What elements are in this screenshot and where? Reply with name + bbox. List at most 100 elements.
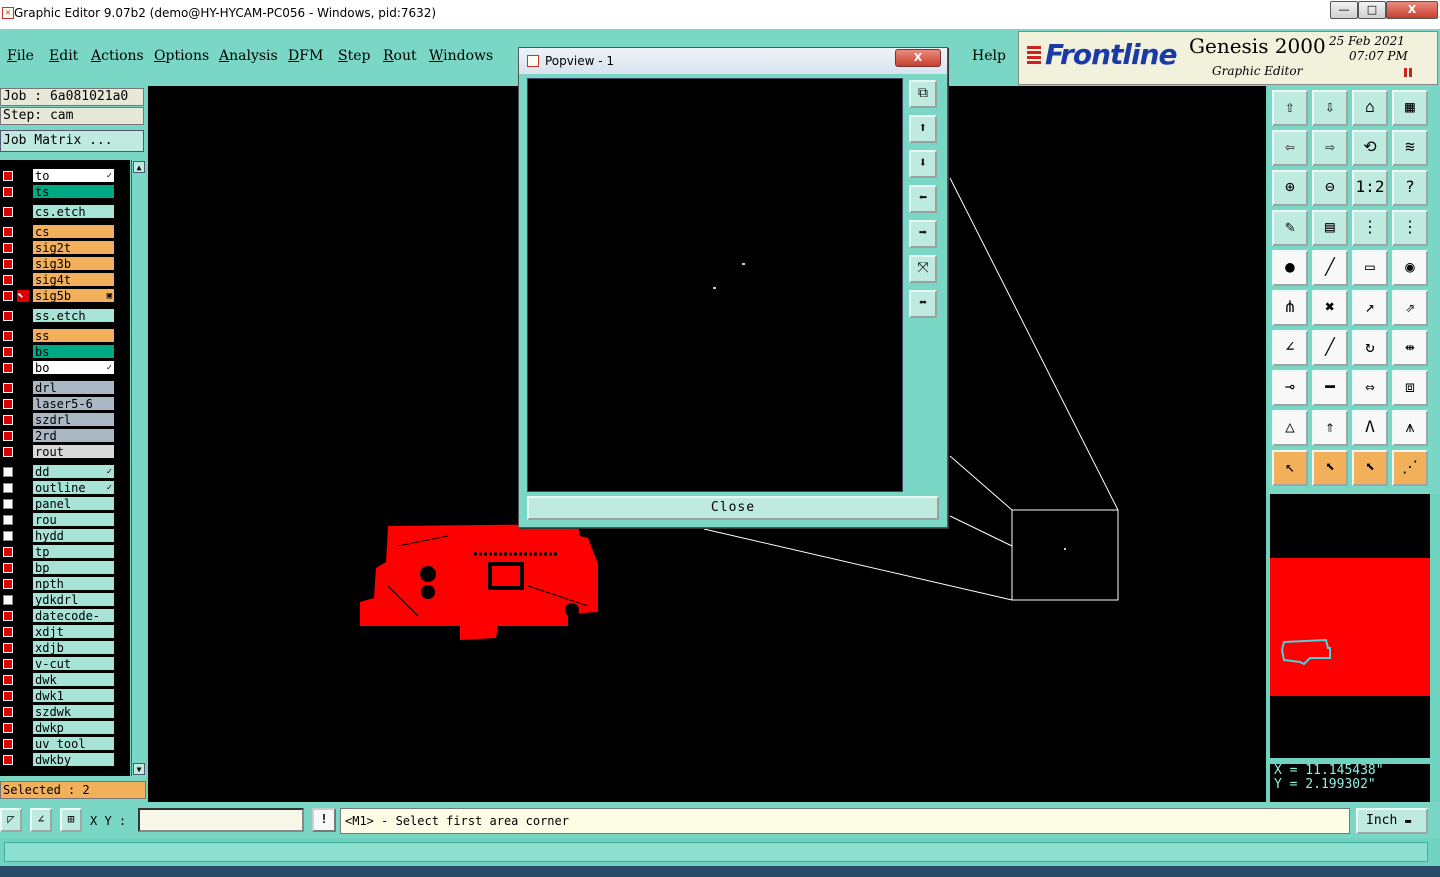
- a-shape-icon[interactable]: Λ: [1352, 410, 1388, 446]
- triangle-icon[interactable]: △: [1272, 410, 1308, 446]
- layer-checkbox[interactable]: [3, 531, 13, 541]
- snap-icon[interactable]: ⋮: [1352, 210, 1388, 246]
- layer-name[interactable]: uv_tool: [32, 736, 115, 751]
- command-line-input[interactable]: [4, 842, 1428, 862]
- delete-icon[interactable]: ✖: [1312, 290, 1348, 326]
- layer-row-to[interactable]: to ✓: [0, 168, 130, 184]
- layer-name[interactable]: szdwk: [32, 704, 115, 719]
- pan-right-icon[interactable]: ⇨: [1312, 130, 1348, 166]
- layer-row-ts[interactable]: ts: [0, 184, 130, 200]
- layer-checkbox[interactable]: [3, 415, 13, 425]
- job-matrix-button[interactable]: Job Matrix ...: [0, 130, 144, 152]
- layer-row-hydd[interactable]: hydd: [0, 528, 130, 544]
- snap-mode-icon[interactable]: ◸: [0, 808, 22, 832]
- move-up-icon[interactable]: ⬆: [909, 115, 937, 143]
- menu-options[interactable]: Options: [154, 48, 209, 64]
- layer-row-rou[interactable]: rou: [0, 512, 130, 528]
- scroll-up-icon[interactable]: ▲: [133, 161, 145, 173]
- layer-checkbox[interactable]: [3, 467, 13, 477]
- zoom-1to1-icon[interactable]: 1:2: [1352, 170, 1388, 206]
- layer-row-dwk1[interactable]: dwk1: [0, 688, 130, 704]
- layer-checkbox[interactable]: [3, 311, 13, 321]
- grid-icon[interactable]: ▤: [1312, 210, 1348, 246]
- layer-name[interactable]: sig4t: [32, 272, 115, 287]
- layer-name[interactable]: bp: [32, 560, 115, 575]
- layer-row-datecode-pte[interactable]: datecode-pte: [0, 608, 130, 638]
- layer-row-dwk[interactable]: dwk: [0, 672, 130, 688]
- add-pad-icon[interactable]: ●: [1272, 250, 1308, 286]
- minimize-button[interactable]: —: [1330, 1, 1358, 19]
- layer-name[interactable]: sig5b ▣: [32, 288, 115, 303]
- layer-checkbox[interactable]: [3, 207, 13, 217]
- select-icon[interactable]: ↖: [1272, 450, 1308, 486]
- layer-checkbox[interactable]: [3, 595, 13, 605]
- layer-checkbox[interactable]: [3, 707, 13, 717]
- layer-row-bs[interactable]: bs: [0, 344, 130, 360]
- layer-name[interactable]: ss: [32, 328, 115, 343]
- pan-left-icon[interactable]: ⇦: [1272, 130, 1308, 166]
- layer-checkbox[interactable]: [3, 739, 13, 749]
- layer-row-dwkby[interactable]: dwkby: [0, 752, 130, 768]
- layer-checkbox[interactable]: [3, 643, 13, 653]
- layer-checkbox[interactable]: [3, 755, 13, 765]
- layer-name[interactable]: szdrl: [32, 412, 115, 427]
- layer-name[interactable]: panel: [32, 496, 115, 511]
- zoom-out-icon[interactable]: ⬌: [909, 290, 937, 318]
- layer-checkbox[interactable]: [3, 515, 13, 525]
- layer-checkbox[interactable]: [3, 499, 13, 509]
- layer-row-ss.etch[interactable]: ss.etch: [0, 308, 130, 324]
- layer-row-rout[interactable]: rout: [0, 444, 130, 460]
- layer-name[interactable]: ts: [32, 184, 115, 199]
- layer-row-szdrl[interactable]: szdrl: [0, 412, 130, 428]
- layer-checkbox[interactable]: [3, 431, 13, 441]
- layer-name[interactable]: cs: [32, 224, 115, 239]
- layer-name[interactable]: hydd: [32, 528, 115, 543]
- layer-name[interactable]: cs.etch: [32, 204, 115, 219]
- menu-file[interactable]: File: [7, 48, 34, 64]
- layer-name[interactable]: 2rd: [32, 428, 115, 443]
- layer-checkbox[interactable]: [3, 291, 13, 301]
- layer-checkbox[interactable]: [3, 579, 13, 589]
- scroll-down-icon[interactable]: ▼: [133, 763, 145, 775]
- layer-name[interactable]: xdjb: [32, 640, 115, 655]
- zoom-in-icon[interactable]: ⊕: [1272, 170, 1308, 206]
- menu-windows[interactable]: Windows: [429, 48, 493, 64]
- layer-row-ss[interactable]: ss: [0, 328, 130, 344]
- layer-checkbox[interactable]: [3, 171, 13, 181]
- layer-name[interactable]: sig2t: [32, 240, 115, 255]
- layer-scrollbar[interactable]: ▲ ▼: [131, 160, 145, 776]
- layer-name[interactable]: dwkby: [32, 752, 115, 767]
- layer-name[interactable]: npth: [32, 576, 115, 591]
- resize-icon[interactable]: ⇔: [1352, 370, 1388, 406]
- layer-row-sig2t[interactable]: sig2t: [0, 240, 130, 256]
- layer-name[interactable]: ss.etch: [32, 308, 115, 323]
- move-right-icon[interactable]: ➡: [909, 220, 937, 248]
- layer-checkbox[interactable]: [3, 675, 13, 685]
- layer-checkbox[interactable]: [3, 447, 13, 457]
- layer-row-bp[interactable]: bp: [0, 560, 130, 576]
- move-left-icon[interactable]: ⬅: [909, 185, 937, 213]
- layer-checkbox[interactable]: [3, 383, 13, 393]
- grid-mode-icon[interactable]: ⊞: [60, 808, 82, 832]
- menu-help[interactable]: Help: [972, 48, 1006, 64]
- pan-up-icon[interactable]: ⇧: [1272, 90, 1308, 126]
- zoom-fit-icon[interactable]: ⧉: [909, 80, 937, 108]
- a-line-icon[interactable]: ⩚: [1392, 410, 1428, 446]
- zoom-in-icon[interactable]: ⤧: [909, 255, 937, 283]
- pause-icon[interactable]: [1404, 68, 1412, 77]
- layer-name[interactable]: bs: [32, 344, 115, 359]
- layer-name[interactable]: dd ✓: [32, 464, 115, 479]
- menu-analysis[interactable]: Analysis: [219, 48, 278, 64]
- menu-step[interactable]: Step: [338, 48, 370, 64]
- layer-checkbox[interactable]: [3, 331, 13, 341]
- layer-row-sig4t[interactable]: sig4t: [0, 272, 130, 288]
- layer-checkbox[interactable]: [3, 723, 13, 733]
- layer-name[interactable]: dwk1: [32, 688, 115, 703]
- close-window-button[interactable]: X: [1386, 1, 1438, 19]
- measure-mode-icon[interactable]: ∠: [30, 808, 52, 832]
- layer-name[interactable]: rout: [32, 444, 115, 459]
- layer-name[interactable]: datecode-pte: [32, 608, 115, 638]
- layer-row-cs.etch[interactable]: cs.etch: [0, 204, 130, 220]
- layer-name[interactable]: ydkdrl: [32, 592, 115, 607]
- layer-row-bo[interactable]: bo ✓: [0, 360, 130, 376]
